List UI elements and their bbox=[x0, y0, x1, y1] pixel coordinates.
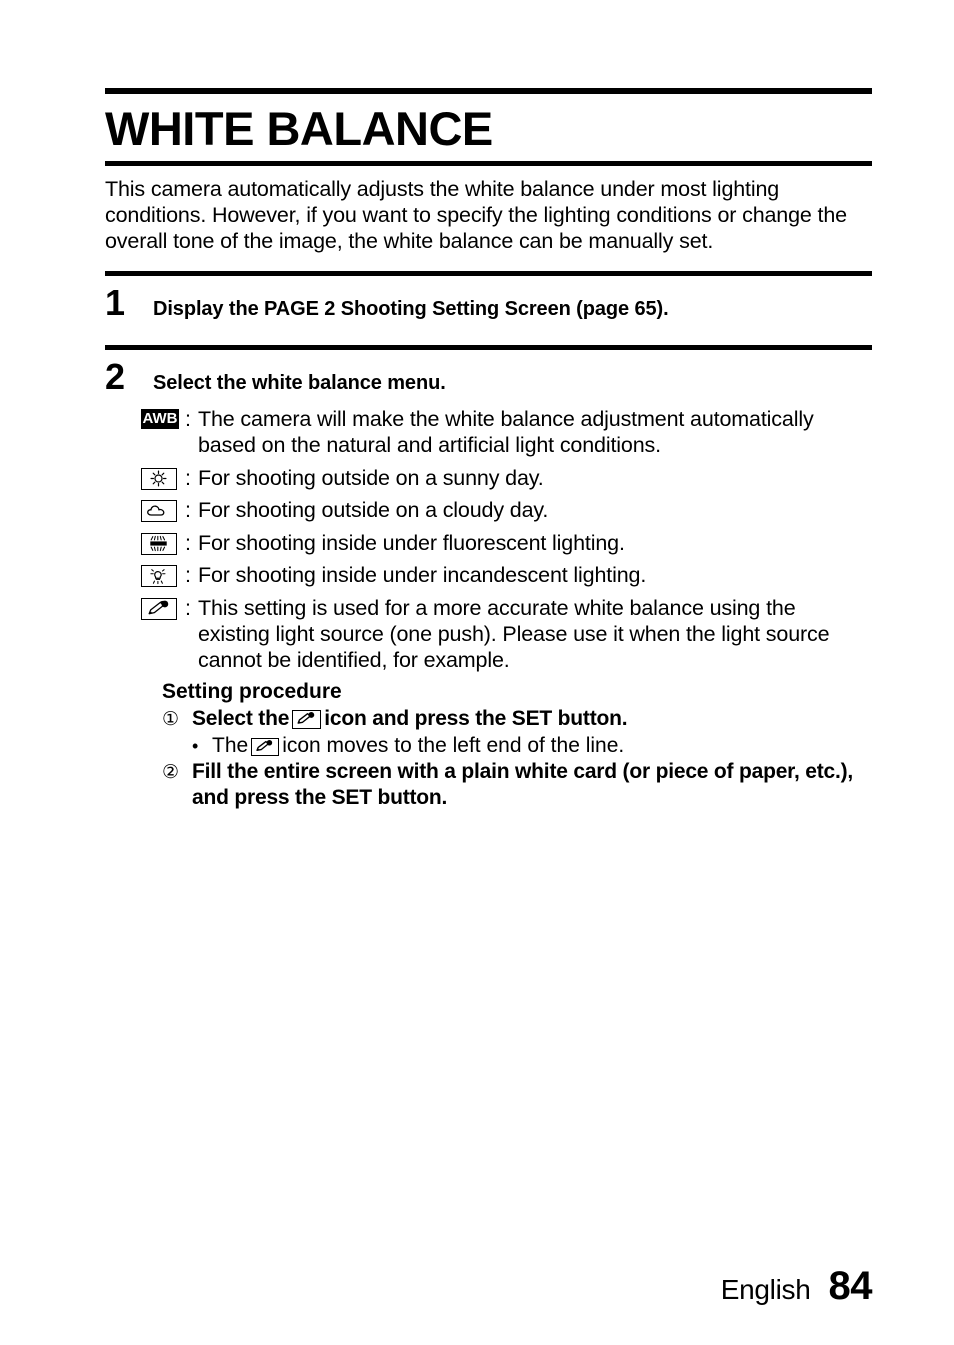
list-separator: : bbox=[185, 407, 191, 432]
page-footer: English 84 bbox=[720, 1264, 873, 1309]
awb-icon-cell: AWB bbox=[141, 406, 185, 430]
procedure-note-body: The icon moves to the left end of the lin… bbox=[212, 733, 872, 759]
mode-description: The camera will make the white balance a… bbox=[198, 407, 814, 458]
list-separator: : bbox=[185, 563, 191, 588]
procedure-step-1-text-before: Select the bbox=[192, 707, 290, 731]
mode-description: This setting is used for a more accurate… bbox=[198, 595, 830, 672]
mode-description: For shooting inside under fluorescent li… bbox=[198, 530, 625, 555]
step-2-text: Select the white balance menu. bbox=[153, 372, 446, 395]
cloud-icon-cell bbox=[141, 497, 185, 523]
fluorescent-lamp-icon bbox=[141, 532, 177, 555]
list-item: : For shooting inside under fluorescent … bbox=[141, 530, 872, 556]
procedure-step-1-body: Select the icon and press the SET button. bbox=[192, 706, 872, 732]
awb-icon: AWB bbox=[141, 409, 179, 430]
list-separator: : bbox=[185, 498, 191, 523]
step-2-number: 2 bbox=[105, 356, 125, 398]
procedure-step-1: ① Select the icon and press the SET butto… bbox=[162, 706, 872, 733]
step-2-block: 2 Select the white balance menu. bbox=[105, 345, 872, 397]
mode-description: For shooting outside on a cloudy day. bbox=[198, 498, 549, 523]
step-1-text: Display the PAGE 2 Shooting Setting Scre… bbox=[153, 298, 669, 321]
eyedropper-icon-cell bbox=[141, 595, 185, 620]
title-bottom-rule bbox=[105, 161, 872, 166]
mode-description: For shooting inside under incandescent l… bbox=[198, 563, 647, 588]
setting-procedure-block: Setting procedure ① Select the icon and p… bbox=[162, 679, 872, 811]
step-1-block: 1 Display the PAGE 2 Shooting Setting Sc… bbox=[105, 271, 872, 330]
footer-language: English bbox=[720, 1274, 811, 1305]
list-item: : For shooting outside on a sunny day. bbox=[141, 465, 872, 491]
page-title: WHITE BALANCE bbox=[105, 102, 493, 155]
procedure-step-2-body: Fill the entire screen with a plain whit… bbox=[192, 760, 854, 810]
list-separator: : bbox=[185, 465, 191, 490]
setting-procedure-heading: Setting procedure bbox=[162, 680, 342, 704]
procedure-step-2: ② Fill the entire screen with a plain wh… bbox=[162, 759, 872, 811]
procedure-step-1-marker: ① bbox=[162, 709, 180, 731]
list-item: : For shooting outside on a cloudy day. bbox=[141, 497, 872, 523]
fluorescent-icon-cell bbox=[141, 530, 185, 555]
procedure-step-2-marker: ② bbox=[162, 762, 180, 784]
sun-icon bbox=[141, 467, 177, 490]
title-top-rule bbox=[105, 88, 872, 94]
list-item: AWB : The camera will make the white bal… bbox=[141, 406, 872, 458]
page-number: 84 bbox=[828, 1264, 873, 1308]
eyedropper-icon bbox=[251, 738, 280, 757]
list-separator: : bbox=[185, 530, 191, 555]
page-content: WHITE BALANCE This camera automatically … bbox=[105, 88, 872, 811]
cloud-icon bbox=[141, 500, 177, 523]
procedure-note-text-before: The bbox=[212, 734, 249, 758]
procedure-step-1-text-after: icon and press the SET button. bbox=[324, 707, 628, 731]
incandescent-bulb-icon bbox=[141, 565, 177, 588]
list-item: : For shooting inside under incandescent… bbox=[141, 562, 872, 588]
eyedropper-icon bbox=[141, 597, 177, 620]
intro-paragraph: This camera automatically adjusts the wh… bbox=[105, 177, 847, 253]
incandescent-icon-cell bbox=[141, 562, 185, 588]
manual-page: WHITE BALANCE This camera automatically … bbox=[0, 0, 954, 1345]
mode-description: For shooting outside on a sunny day. bbox=[198, 465, 544, 490]
list-separator: : bbox=[185, 595, 191, 620]
step-1-row: 1 Display the PAGE 2 Shooting Setting Sc… bbox=[105, 276, 872, 330]
step-2-row: 2 Select the white balance menu. bbox=[105, 350, 872, 397]
list-item: : This setting is used for a more accura… bbox=[141, 595, 872, 673]
bullet-marker: • bbox=[192, 736, 199, 757]
procedure-step-1-note: • The icon moves to the left end of the l… bbox=[192, 733, 872, 759]
procedure-note-text-after: icon moves to the left end of the line. bbox=[282, 734, 625, 758]
step-1-number: 1 bbox=[105, 282, 125, 324]
white-balance-mode-list: AWB : The camera will make the white bal… bbox=[141, 406, 872, 673]
eyedropper-icon bbox=[292, 710, 322, 730]
sun-icon-cell bbox=[141, 465, 185, 490]
